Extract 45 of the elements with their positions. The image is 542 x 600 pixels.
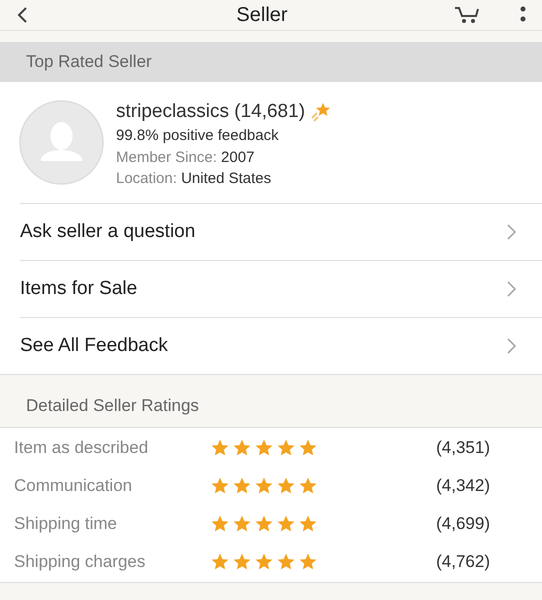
star-icon [298, 476, 318, 496]
feedback-text: 99.8% positive feedback [116, 126, 280, 146]
rating-count: (4,342) [436, 475, 490, 498]
star-icon [254, 438, 274, 458]
chevron-icon [507, 224, 516, 240]
star-icon [232, 514, 252, 534]
section-title: Detailed Seller Ratings [26, 394, 199, 416]
star-icon [210, 514, 230, 534]
rating-count: (4,762) [436, 551, 490, 574]
section-title: Top Rated Seller [26, 51, 152, 74]
star-icon [210, 476, 230, 496]
star-icon [276, 552, 296, 572]
cart-icon[interactable] [454, 6, 480, 24]
star-icon [298, 514, 318, 534]
member-since-text: Member Since: 2007 [116, 148, 256, 168]
rating-label: Item as described [14, 437, 150, 460]
star-icon [254, 476, 274, 496]
seller-name: stripeclassics (14,681) [116, 100, 306, 124]
menu-row[interactable]: See All Feedback [20, 317, 542, 374]
rating-label: Shipping charges [14, 551, 146, 574]
star-icon [276, 438, 296, 458]
location-text: Location: United States [116, 169, 272, 189]
star-icon [298, 438, 318, 458]
star-icon [232, 476, 252, 496]
star-icon [232, 552, 252, 572]
page-title: Seller [236, 3, 288, 28]
chevron-icon [507, 338, 516, 354]
rating-label: Communication [14, 475, 134, 498]
chevron-icon [507, 281, 516, 297]
avatar-icon [19, 100, 104, 185]
rating-label: Shipping time [14, 513, 118, 536]
star-icon [210, 552, 230, 572]
shooting-star-icon [309, 101, 332, 123]
rating-count: (4,351) [436, 437, 490, 460]
star-icon [210, 438, 230, 458]
more-icon[interactable] [520, 6, 526, 24]
star-icon [298, 552, 318, 572]
star-icon [276, 476, 296, 496]
rating-count: (4,699) [436, 513, 490, 536]
star-icon [254, 514, 274, 534]
star-icon [276, 514, 296, 534]
menu-row[interactable]: Ask seller a question [20, 203, 542, 260]
star-icon [232, 438, 252, 458]
star-icon [254, 552, 274, 572]
menu-row[interactable]: Items for Sale [20, 260, 542, 317]
